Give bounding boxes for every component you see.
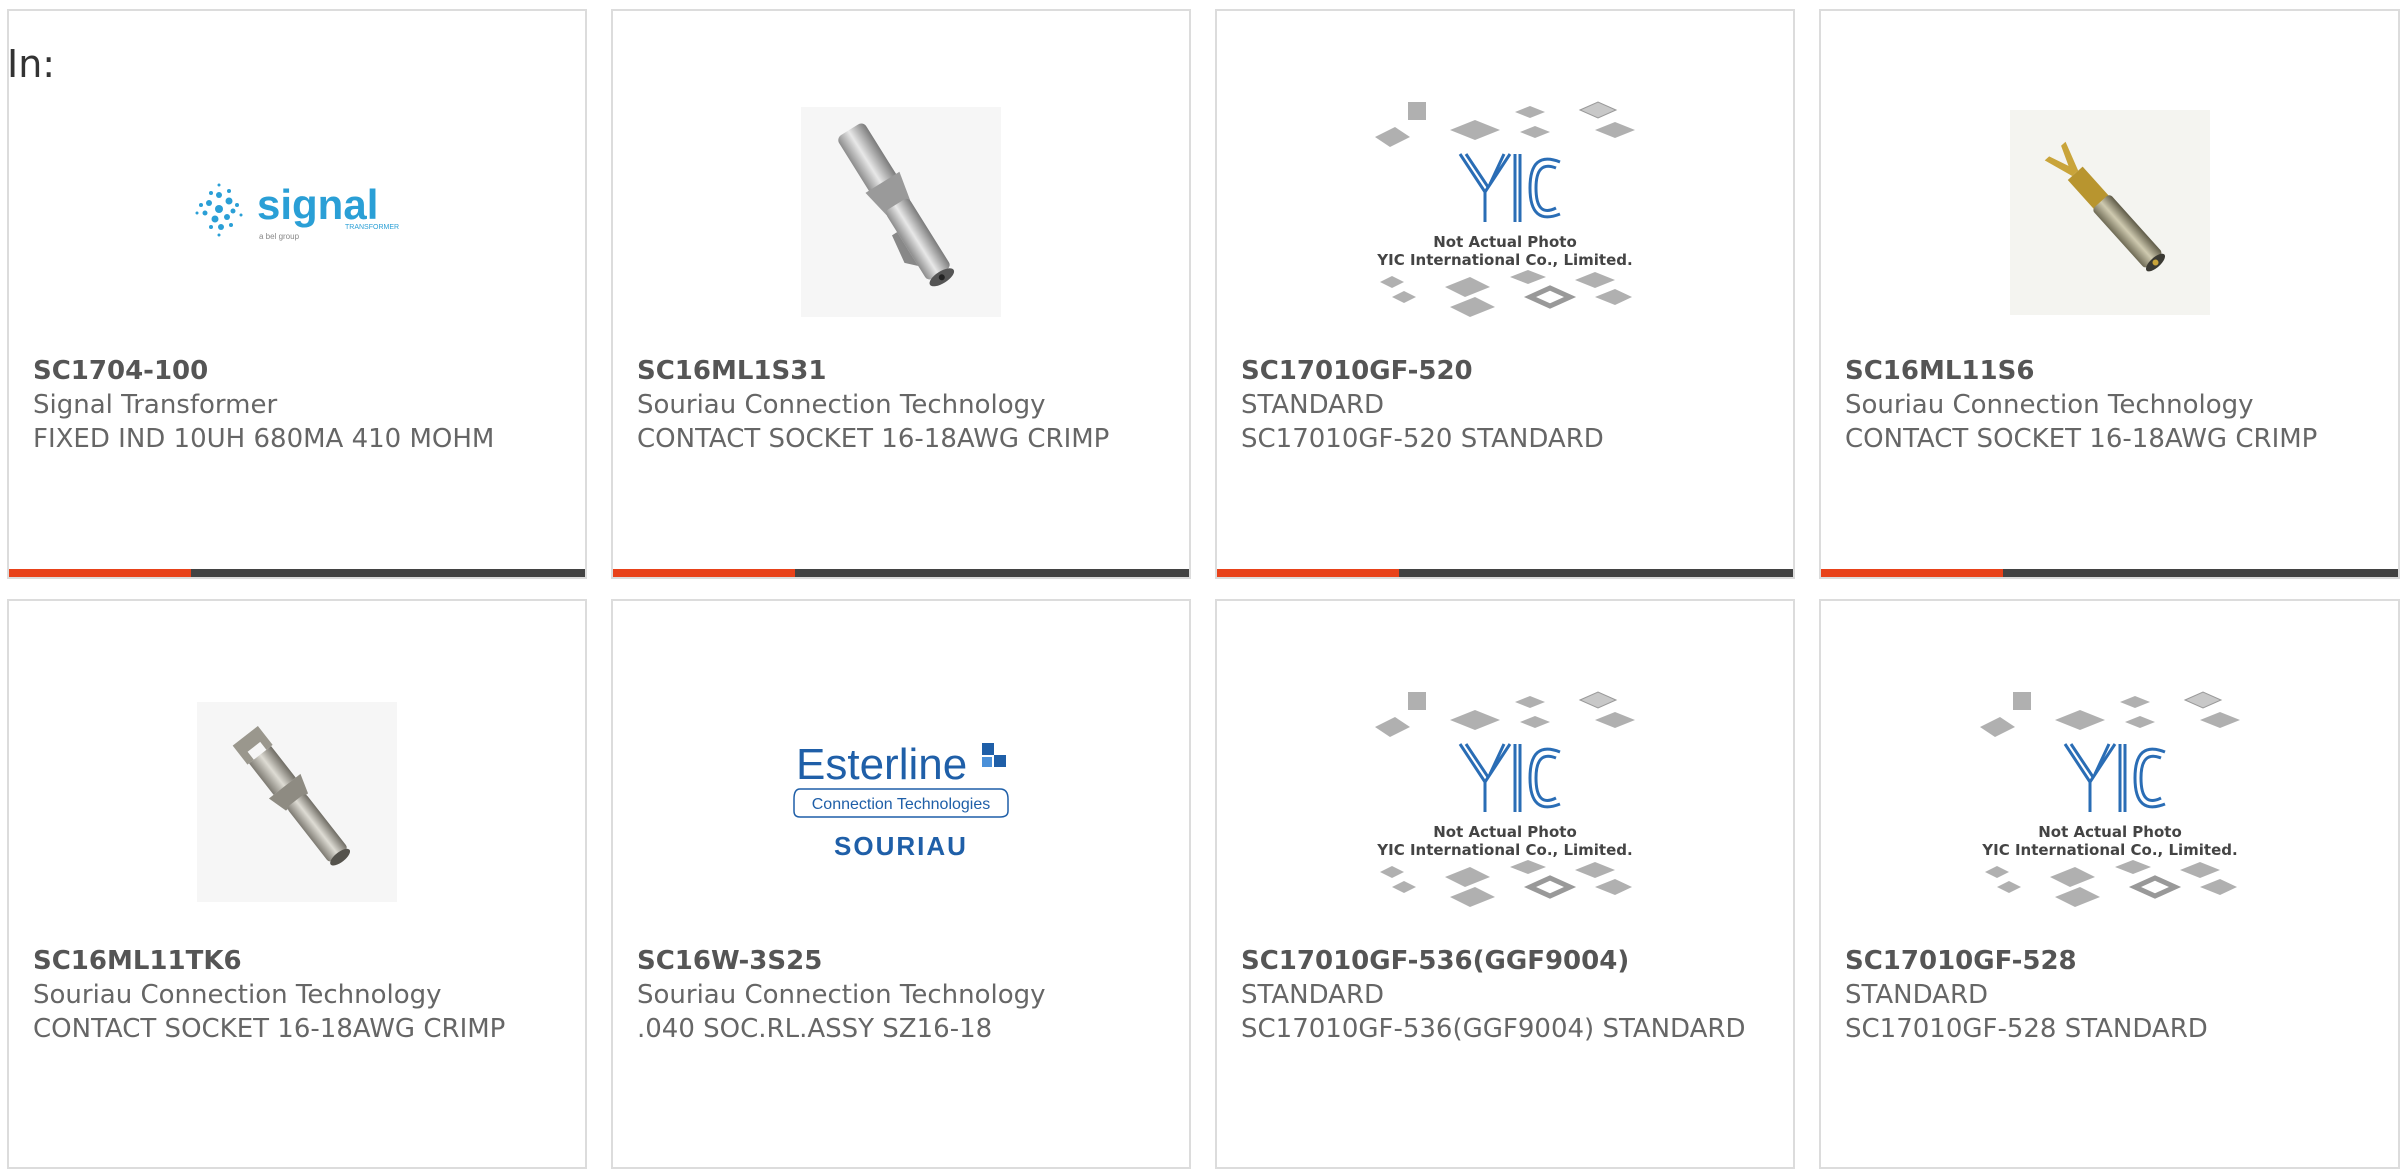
product-image[interactable] xyxy=(1821,75,2398,349)
manufacturer: Souriau Connection Technology xyxy=(1845,390,2254,420)
product-info: SC17010GF-536(GGF9004) STANDARD SC17010G… xyxy=(1241,944,1773,1046)
product-card[interactable]: signal TRANSFORMER a bel group SC1704-10… xyxy=(7,9,587,579)
card-bar xyxy=(613,569,1189,577)
part-number-link[interactable]: SC16ML11TK6 xyxy=(33,944,565,978)
crimp-contact-photo-2-icon xyxy=(197,702,397,902)
card-bar xyxy=(1821,569,2398,577)
manufacturer: Souriau Connection Technology xyxy=(33,980,442,1010)
product-card[interactable]: Esterline Connection Technologies SOURIA… xyxy=(611,599,1191,1169)
product-image[interactable]: signal TRANSFORMER a bel group xyxy=(9,75,585,349)
part-number-link[interactable]: SC16W-3S25 xyxy=(637,944,1169,978)
description: CONTACT SOCKET 16-18AWG CRIMP xyxy=(637,424,1110,454)
part-number-link[interactable]: SC17010GF-528 xyxy=(1845,944,2378,978)
svg-text:Not Actual Photo: Not Actual Photo xyxy=(2038,823,2182,841)
product-image[interactable]: Esterline Connection Technologies SOURIA… xyxy=(613,665,1189,939)
product-info: SC17010GF-520 STANDARD SC17010GF-520 STA… xyxy=(1241,354,1773,456)
description: SC17010GF-520 STANDARD xyxy=(1241,424,1604,454)
product-info: SC1704-100 Signal Transformer FIXED IND … xyxy=(33,354,565,456)
yic-placeholder-icon: Not Actual Photo YIC International Co., … xyxy=(1375,101,1635,317)
svg-text:YIC International Co., Limited: YIC International Co., Limited. xyxy=(1981,841,2237,859)
product-info: SC17010GF-528 STANDARD SC17010GF-528 STA… xyxy=(1845,944,2378,1046)
card-bar xyxy=(1217,569,1793,577)
description: CONTACT SOCKET 16-18AWG CRIMP xyxy=(33,1014,506,1044)
esterline-souriau-logo-icon: Esterline Connection Technologies SOURIA… xyxy=(793,740,1009,861)
signal-transformer-logo-icon: signal TRANSFORMER a bel group xyxy=(195,181,399,241)
product-grid: signal TRANSFORMER a bel group SC1704-10… xyxy=(0,0,2400,1169)
part-number-link[interactable]: SC17010GF-536(GGF9004) xyxy=(1241,944,1773,978)
svg-text:Not Actual Photo: Not Actual Photo xyxy=(1433,233,1577,251)
product-image[interactable]: Not Actual Photo YIC International Co., … xyxy=(1821,665,2398,939)
svg-text:SOURIAU: SOURIAU xyxy=(834,831,968,861)
description: SC17010GF-528 STANDARD xyxy=(1845,1014,2208,1044)
svg-text:YIC International Co., Limited: YIC International Co., Limited. xyxy=(1376,251,1632,269)
filter-label: In: xyxy=(7,42,56,86)
svg-text:TRANSFORMER: TRANSFORMER xyxy=(345,224,399,231)
product-info: SC16ML11S6 Souriau Connection Technology… xyxy=(1845,354,2378,456)
part-number-link[interactable]: SC1704-100 xyxy=(33,354,565,388)
product-card[interactable]: Not Actual Photo YIC International Co., … xyxy=(1215,9,1795,579)
product-image[interactable]: Not Actual Photo YIC International Co., … xyxy=(1217,665,1793,939)
manufacturer: Signal Transformer xyxy=(33,390,278,420)
product-card[interactable]: SC16ML11TK6 Souriau Connection Technolog… xyxy=(7,599,587,1169)
svg-text:Not Actual Photo: Not Actual Photo xyxy=(1433,823,1577,841)
description: SC17010GF-536(GGF9004) STANDARD xyxy=(1241,1014,1746,1044)
manufacturer: Souriau Connection Technology xyxy=(637,390,1046,420)
product-image[interactable] xyxy=(9,665,585,939)
product-card[interactable]: SC16ML11S6 Souriau Connection Technology… xyxy=(1819,9,2400,579)
manufacturer: STANDARD xyxy=(1845,980,1989,1010)
product-card[interactable]: SC16ML1S31 Souriau Connection Technology… xyxy=(611,9,1191,579)
manufacturer: STANDARD xyxy=(1241,390,1385,420)
product-info: SC16ML1S31 Souriau Connection Technology… xyxy=(637,354,1169,456)
yic-placeholder-icon: Not Actual Photo YIC International Co., … xyxy=(1375,691,1635,907)
svg-text:Esterline: Esterline xyxy=(796,740,967,789)
card-bar xyxy=(9,569,585,577)
manufacturer: STANDARD xyxy=(1241,980,1385,1010)
part-number-link[interactable]: SC16ML11S6 xyxy=(1845,354,2378,388)
svg-text:YIC International Co., Limited: YIC International Co., Limited. xyxy=(1376,841,1632,859)
part-number-link[interactable]: SC17010GF-520 xyxy=(1241,354,1773,388)
svg-text:a bel group: a bel group xyxy=(259,232,300,241)
product-image[interactable]: Not Actual Photo YIC International Co., … xyxy=(1217,75,1793,349)
gold-contact-photo-icon xyxy=(2009,109,2210,315)
description: .040 SOC.RL.ASSY SZ16-18 xyxy=(637,1014,993,1044)
product-image[interactable] xyxy=(613,75,1189,349)
part-number-link[interactable]: SC16ML1S31 xyxy=(637,354,1169,388)
crimp-contact-photo-icon xyxy=(801,107,1001,317)
product-card[interactable]: Not Actual Photo YIC International Co., … xyxy=(1819,599,2400,1169)
manufacturer: Souriau Connection Technology xyxy=(637,980,1046,1010)
product-card[interactable]: Not Actual Photo YIC International Co., … xyxy=(1215,599,1795,1169)
product-info: SC16ML11TK6 Souriau Connection Technolog… xyxy=(33,944,565,1046)
svg-text:signal: signal xyxy=(257,181,378,228)
yic-placeholder-icon: Not Actual Photo YIC International Co., … xyxy=(1979,691,2240,907)
product-info: SC16W-3S25 Souriau Connection Technology… xyxy=(637,944,1169,1046)
svg-text:Connection Technologies: Connection Technologies xyxy=(812,796,991,813)
description: CONTACT SOCKET 16-18AWG CRIMP xyxy=(1845,424,2318,454)
description: FIXED IND 10UH 680MA 410 MOHM xyxy=(33,424,495,454)
